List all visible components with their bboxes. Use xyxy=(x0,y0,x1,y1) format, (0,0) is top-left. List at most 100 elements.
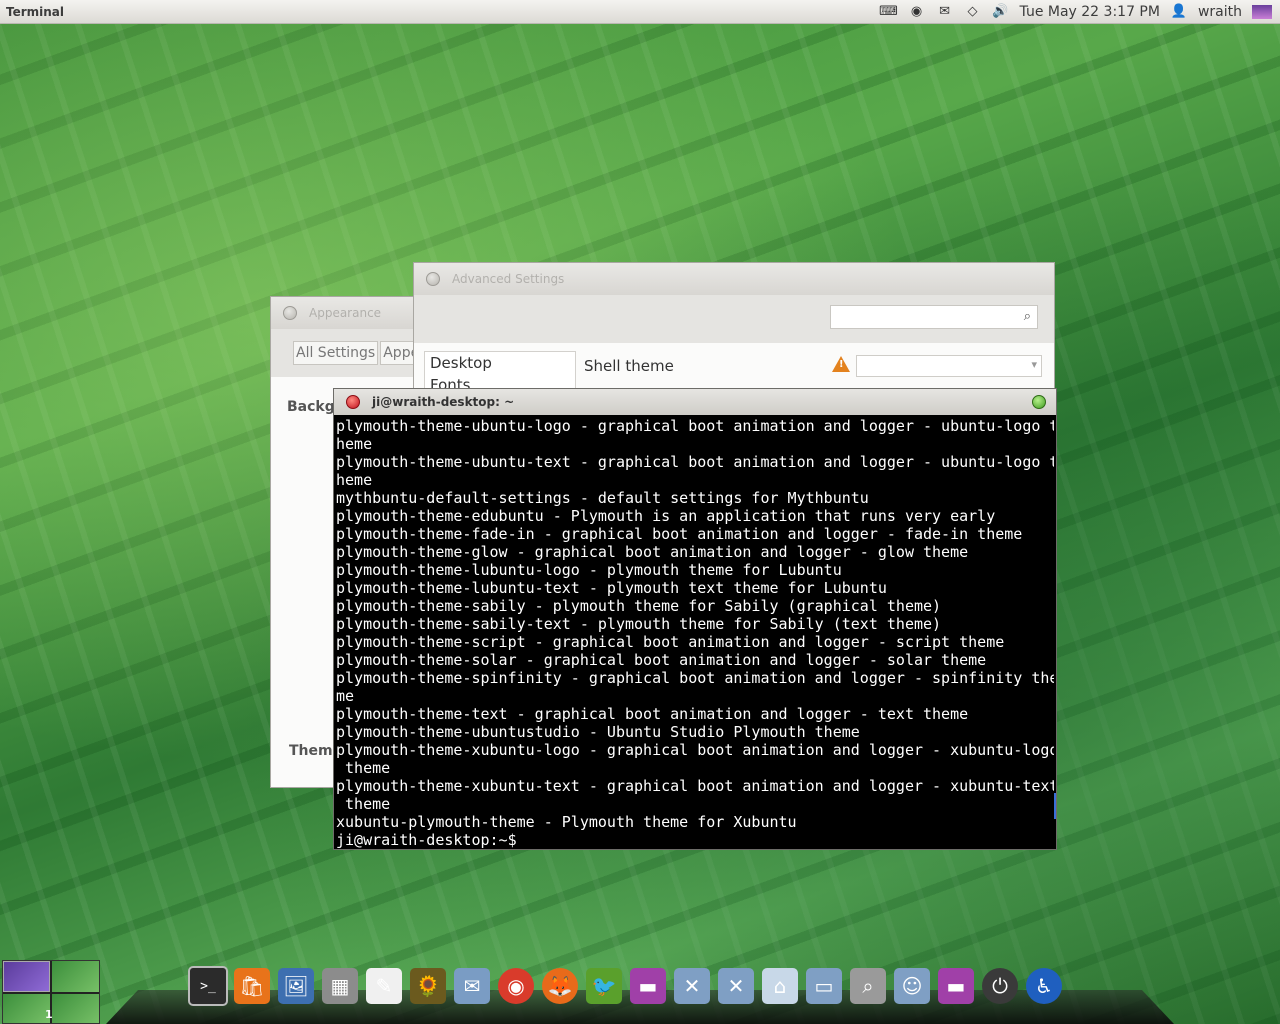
user-icon: 👤 xyxy=(1170,4,1188,19)
chrome-icon: ◉ xyxy=(498,968,534,1004)
terminal-line: heme xyxy=(336,435,373,453)
theme-label: Them xyxy=(289,743,333,759)
advanced-settings-window[interactable]: Advanced Settings ⌕ Desktop Fonts Shell … xyxy=(413,262,1055,393)
settings-folder-launcher[interactable]: ✕ xyxy=(714,964,758,1008)
display-settings-launcher[interactable]: ▬ xyxy=(934,964,978,1008)
firefox-icon: 🦊 xyxy=(542,968,578,1004)
shell-theme-label: Shell theme xyxy=(584,357,674,375)
terminal-icon: >_ xyxy=(188,966,228,1006)
mail-icon[interactable]: ✉ xyxy=(936,4,954,20)
software-center-icon: 🛍 xyxy=(234,968,270,1004)
text-editor-launcher[interactable]: ✎ xyxy=(362,964,406,1008)
system-monitor-launcher[interactable]: ▬ xyxy=(626,964,670,1008)
home-folder-icon: ⌂ xyxy=(762,968,798,1004)
settings-folder-icon: ✕ xyxy=(718,968,754,1004)
user-name[interactable]: wraith xyxy=(1198,4,1242,20)
terminal-maximize-button[interactable] xyxy=(1032,395,1046,409)
terminal-line: plymouth-theme-solar - graphical boot an… xyxy=(336,651,987,669)
terminal-close-button[interactable] xyxy=(346,395,360,409)
terminal-line: plymouth-theme-ubuntu-logo - graphical b… xyxy=(336,417,1054,435)
accessibility-launcher[interactable]: ♿ xyxy=(1022,964,1066,1008)
chrome-status-icon[interactable]: ◉ xyxy=(908,4,926,20)
terminal-line: plymouth-theme-xubuntu-logo - graphical … xyxy=(336,741,1054,759)
display-settings-icon: ▬ xyxy=(938,968,974,1004)
terminal-line: plymouth-theme-script - graphical boot a… xyxy=(336,633,1005,651)
terminal-line: plymouth-theme-sabily-text - plymouth th… xyxy=(336,615,942,633)
all-settings-button[interactable]: All Settings xyxy=(293,341,379,365)
search-tool-launcher[interactable]: ⌕ xyxy=(846,964,890,1008)
top-panel: Terminal ⌨ ◉ ✉ ◇ 🔊 Tue May 22 3:17 PM 👤 … xyxy=(0,0,1280,24)
category-list: Desktop Fonts xyxy=(424,351,576,393)
terminal-line: plymouth-theme-ubuntu-text - graphical b… xyxy=(336,453,1054,471)
home-folder-launcher[interactable]: ⌂ xyxy=(758,964,802,1008)
advanced-settings-close-button[interactable] xyxy=(426,272,440,286)
photo-viewer-icon: 🌻 xyxy=(410,968,446,1004)
calculator-icon: ▦ xyxy=(322,968,358,1004)
advanced-settings-titlebar[interactable]: Advanced Settings xyxy=(414,263,1054,295)
workspace-3[interactable] xyxy=(3,994,50,1023)
terminal-line: plymouth-theme-spinfinity - graphical bo… xyxy=(336,669,1054,687)
pidgin-icon: 🐦 xyxy=(586,968,622,1004)
tools-folder-icon: ✕ xyxy=(674,968,710,1004)
keyboard-icon[interactable]: ⌨ xyxy=(879,4,898,20)
wifi-icon[interactable]: ◇ xyxy=(964,4,982,20)
mail-client-icon: ✉ xyxy=(454,968,490,1004)
terminal-scrollbar[interactable] xyxy=(1054,793,1056,819)
warning-symbol: ! xyxy=(839,359,844,370)
terminal-line: plymouth-theme-edubuntu - Plymouth is an… xyxy=(336,507,996,525)
workspace-1[interactable] xyxy=(3,961,50,992)
terminal-window[interactable]: ji@wraith-desktop: ~ plymouth-theme-ubun… xyxy=(333,388,1057,850)
active-app-name: Terminal xyxy=(6,4,65,19)
pidgin-launcher[interactable]: 🐦 xyxy=(582,964,626,1008)
session-icon[interactable] xyxy=(1252,4,1272,19)
terminal-line: plymouth-theme-xubuntu-text - graphical … xyxy=(336,777,1054,795)
terminal-line: plymouth-theme-lubuntu-logo - plymouth t… xyxy=(336,561,842,579)
dock: >_ 🛍 🖼 ▦ ✎ 🌻 ✉ ◉ 🦊 🐦 ▬ ✕ ✕ ⌂ ▭ ⌕ ☺ ▬ ⏻ ♿ xyxy=(186,964,1066,1008)
terminal-titlebar[interactable]: ji@wraith-desktop: ~ xyxy=(334,389,1056,415)
indicator-area: ⌨ ◉ ✉ ◇ 🔊 Tue May 22 3:17 PM 👤 wraith xyxy=(879,4,1280,20)
appearance-title: Appearance xyxy=(309,306,382,320)
documents-folder-launcher[interactable]: ▭ xyxy=(802,964,846,1008)
search-icon[interactable]: ⌕ xyxy=(1024,309,1031,324)
terminal-line: me xyxy=(336,687,355,705)
volume-icon[interactable]: 🔊 xyxy=(992,4,1010,20)
accessibility-icon: ♿ xyxy=(1026,968,1062,1004)
chrome-launcher[interactable]: ◉ xyxy=(494,964,538,1008)
terminal-line: theme xyxy=(336,759,391,777)
advanced-settings-title: Advanced Settings xyxy=(452,272,565,286)
user-folder-launcher[interactable]: ☺ xyxy=(890,964,934,1008)
terminal-launcher[interactable]: >_ xyxy=(186,964,230,1008)
workspace-4[interactable] xyxy=(52,994,99,1023)
software-center-launcher[interactable]: 🛍 xyxy=(230,964,274,1008)
desktop-wallpaper: Terminal ⌨ ◉ ✉ ◇ 🔊 Tue May 22 3:17 PM 👤 … xyxy=(0,0,1280,1024)
shell-theme-dropdown[interactable]: ▾ xyxy=(856,355,1042,377)
appearance-close-button[interactable] xyxy=(283,306,297,320)
terminal-prompt: ji@wraith-desktop:~$ xyxy=(336,831,526,849)
terminal-line: xubuntu-plymouth-theme - Plymouth theme … xyxy=(336,813,797,831)
search-input[interactable]: ⌕ xyxy=(830,305,1038,329)
system-monitor-icon: ▬ xyxy=(630,968,666,1004)
category-item-desktop[interactable]: Desktop xyxy=(425,352,575,374)
tools-folder-launcher[interactable]: ✕ xyxy=(670,964,714,1008)
power-launcher[interactable]: ⏻ xyxy=(978,964,1022,1008)
appearance-toolbar: All Settings Appe xyxy=(271,329,423,377)
terminal-output[interactable]: plymouth-theme-ubuntu-logo - graphical b… xyxy=(336,417,1054,849)
text-editor-icon: ✎ xyxy=(366,968,402,1004)
firefox-launcher[interactable]: 🦊 xyxy=(538,964,582,1008)
warning-icon: ! xyxy=(832,356,850,372)
screenshot-launcher[interactable]: 🖼 xyxy=(274,964,318,1008)
terminal-title: ji@wraith-desktop: ~ xyxy=(372,395,515,409)
terminal-line: plymouth-theme-ubuntustudio - Ubuntu Stu… xyxy=(336,723,860,741)
clock[interactable]: Tue May 22 3:17 PM xyxy=(1020,4,1160,20)
search-tool-icon: ⌕ xyxy=(850,968,886,1004)
calculator-launcher[interactable]: ▦ xyxy=(318,964,362,1008)
power-icon: ⏻ xyxy=(982,968,1018,1004)
screenshot-icon: 🖼 xyxy=(278,968,314,1004)
workspace-2[interactable] xyxy=(52,961,99,992)
mail-client-launcher[interactable]: ✉ xyxy=(450,964,494,1008)
terminal-line: mythbuntu-default-settings - default set… xyxy=(336,489,869,507)
photo-viewer-launcher[interactable]: 🌻 xyxy=(406,964,450,1008)
terminal-line: theme xyxy=(336,795,391,813)
user-folder-icon: ☺ xyxy=(894,968,930,1004)
appearance-titlebar[interactable]: Appearance xyxy=(271,297,419,329)
